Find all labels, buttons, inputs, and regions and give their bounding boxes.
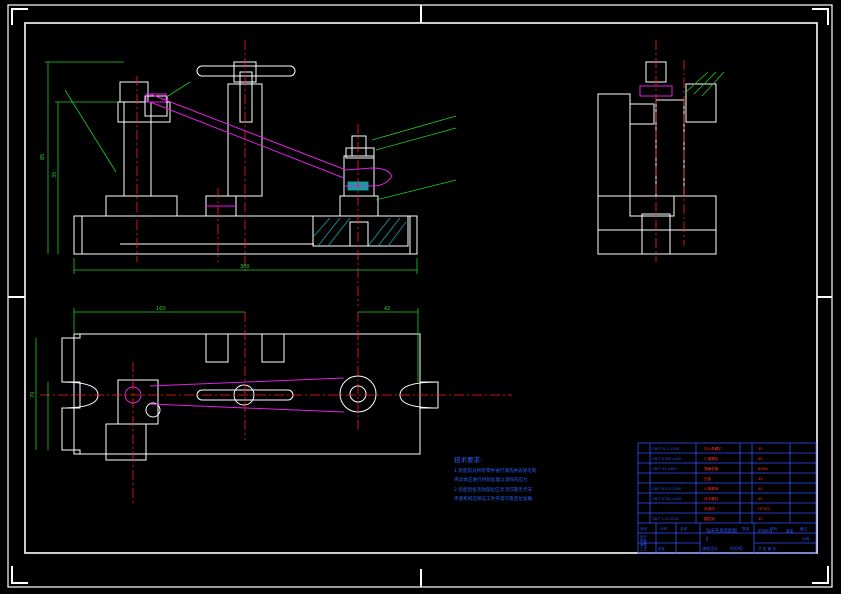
bom-mat: 45 bbox=[758, 457, 763, 461]
bom-std: GB/T 5782-2000 bbox=[652, 497, 682, 501]
drawing-title: 钻床夹具装配图 bbox=[706, 527, 737, 534]
dim-inner-height: 35 bbox=[52, 172, 58, 178]
dim-overall-length: 300 bbox=[240, 264, 250, 270]
bom-mat: 45 bbox=[758, 487, 763, 491]
background bbox=[0, 0, 841, 594]
dim-plan-length: 160 bbox=[156, 306, 166, 312]
bom-name: 夹具体 bbox=[704, 506, 715, 511]
bom-mat: HT200 bbox=[758, 507, 770, 511]
bom-mat: 35 bbox=[758, 517, 763, 521]
bom-std: GB/T 93-1987 bbox=[652, 467, 677, 471]
bom-mat: 65Mn bbox=[758, 467, 768, 471]
cad-drawing-canvas: 85 35 300 160 42 70 技术要求: 1.装配前对所有零件进行清洗… bbox=[0, 0, 841, 594]
notes-line-2: 夹具体应进行时效处理以消除内应力 bbox=[454, 476, 528, 483]
label-weight: 重量 bbox=[786, 528, 794, 533]
bom-header-cell: 数量 bbox=[742, 526, 750, 531]
notes-line-3: 2.装配后各活动部位应灵活可靠无卡滞 bbox=[454, 486, 532, 493]
bom-mat: 45 bbox=[758, 497, 763, 501]
bom-header-cell: 备注 bbox=[800, 526, 808, 531]
bom-std: GB/T 5783-2000 bbox=[652, 457, 682, 461]
bom-std: GB/T70.1-2000 bbox=[652, 447, 680, 451]
label-stage: 阶段标记 bbox=[758, 528, 773, 533]
drawing-subtitle: JJ bbox=[705, 536, 708, 541]
bom-name: 双头螺柱 bbox=[704, 496, 719, 501]
notes-heading: 技术要求: bbox=[454, 455, 482, 464]
bom-name: 六角螺栓 bbox=[704, 456, 719, 461]
bom-name: 六角螺母 bbox=[704, 486, 719, 491]
label-sheet: 共 张 第 张 bbox=[758, 546, 776, 551]
dim-plan-width: 70 bbox=[30, 392, 36, 398]
label-process: 工艺 bbox=[640, 546, 647, 551]
label-code: 00000 bbox=[730, 546, 743, 551]
notes-line-1: 1.装配前对所有零件进行清洗并去除毛刺 bbox=[454, 467, 537, 474]
label-school: 课程设计 bbox=[702, 545, 718, 551]
bom-name: 压板 bbox=[704, 476, 712, 481]
bom-name: 弹簧垫圈 bbox=[704, 466, 719, 471]
bom-mat: 45 bbox=[758, 477, 763, 481]
bom-header-cell: 代号 bbox=[660, 526, 668, 531]
bom-header-cell: 名称 bbox=[680, 526, 688, 531]
bom-mat: 35 bbox=[758, 447, 763, 451]
notes-line-4: 夹紧机构应保证工件夹紧可靠定位准确 bbox=[454, 495, 533, 502]
bom-header-cell: 序号 bbox=[640, 526, 648, 531]
label-scale: 比例 bbox=[802, 536, 810, 541]
bom-std: GB/T 119-2000 bbox=[652, 517, 680, 521]
label-approve: 批准 bbox=[658, 546, 665, 551]
dim-bore-offset: 42 bbox=[384, 306, 390, 312]
bom-name: 圆柱销 bbox=[704, 516, 715, 521]
bom-name: 内六角螺钉 bbox=[704, 446, 722, 451]
dim-overall-height: 85 bbox=[40, 154, 46, 160]
bom-std: GB/T 6170-2000 bbox=[652, 487, 682, 491]
